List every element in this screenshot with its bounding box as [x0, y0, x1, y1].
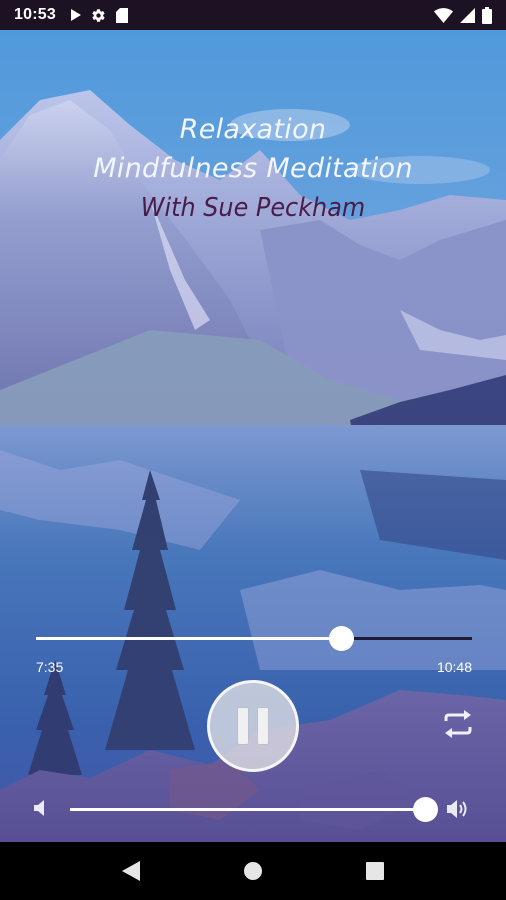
- title-relaxation: Relaxation: [179, 114, 327, 145]
- progress-slider[interactable]: [36, 626, 472, 651]
- home-icon: [244, 862, 262, 880]
- volume-fill: [70, 808, 425, 811]
- pause-button[interactable]: [207, 680, 299, 772]
- signal-icon: [460, 7, 475, 23]
- play-store-icon: [70, 9, 81, 21]
- volume-low-icon: [34, 800, 44, 816]
- battery-icon: [482, 6, 492, 24]
- wifi-icon: [434, 7, 453, 23]
- volume-slider[interactable]: [70, 797, 438, 822]
- recents-button[interactable]: [355, 851, 395, 891]
- title-meditation: Mindfulness Meditation: [93, 153, 413, 184]
- total-time: 10:48: [436, 659, 472, 675]
- home-button[interactable]: [233, 851, 273, 891]
- back-button[interactable]: [111, 851, 151, 891]
- navigation-bar: [0, 842, 506, 900]
- title-author: With Sue Peckham: [140, 193, 366, 223]
- title-block: Relaxation Mindfulness Meditation With S…: [0, 110, 506, 228]
- current-time: 7:35: [36, 659, 64, 675]
- volume-high-icon: [447, 800, 467, 818]
- status-time: 10:53: [14, 6, 56, 23]
- recents-icon: [366, 862, 384, 880]
- back-icon: [122, 861, 140, 881]
- status-bar: 10:53: [0, 0, 506, 30]
- repeat-icon[interactable]: [440, 709, 476, 739]
- volume-thumb[interactable]: [413, 797, 438, 822]
- pause-icon: [233, 708, 273, 744]
- settings-icon: [92, 8, 105, 22]
- sd-card-icon: [115, 7, 128, 23]
- progress-fill: [36, 637, 342, 640]
